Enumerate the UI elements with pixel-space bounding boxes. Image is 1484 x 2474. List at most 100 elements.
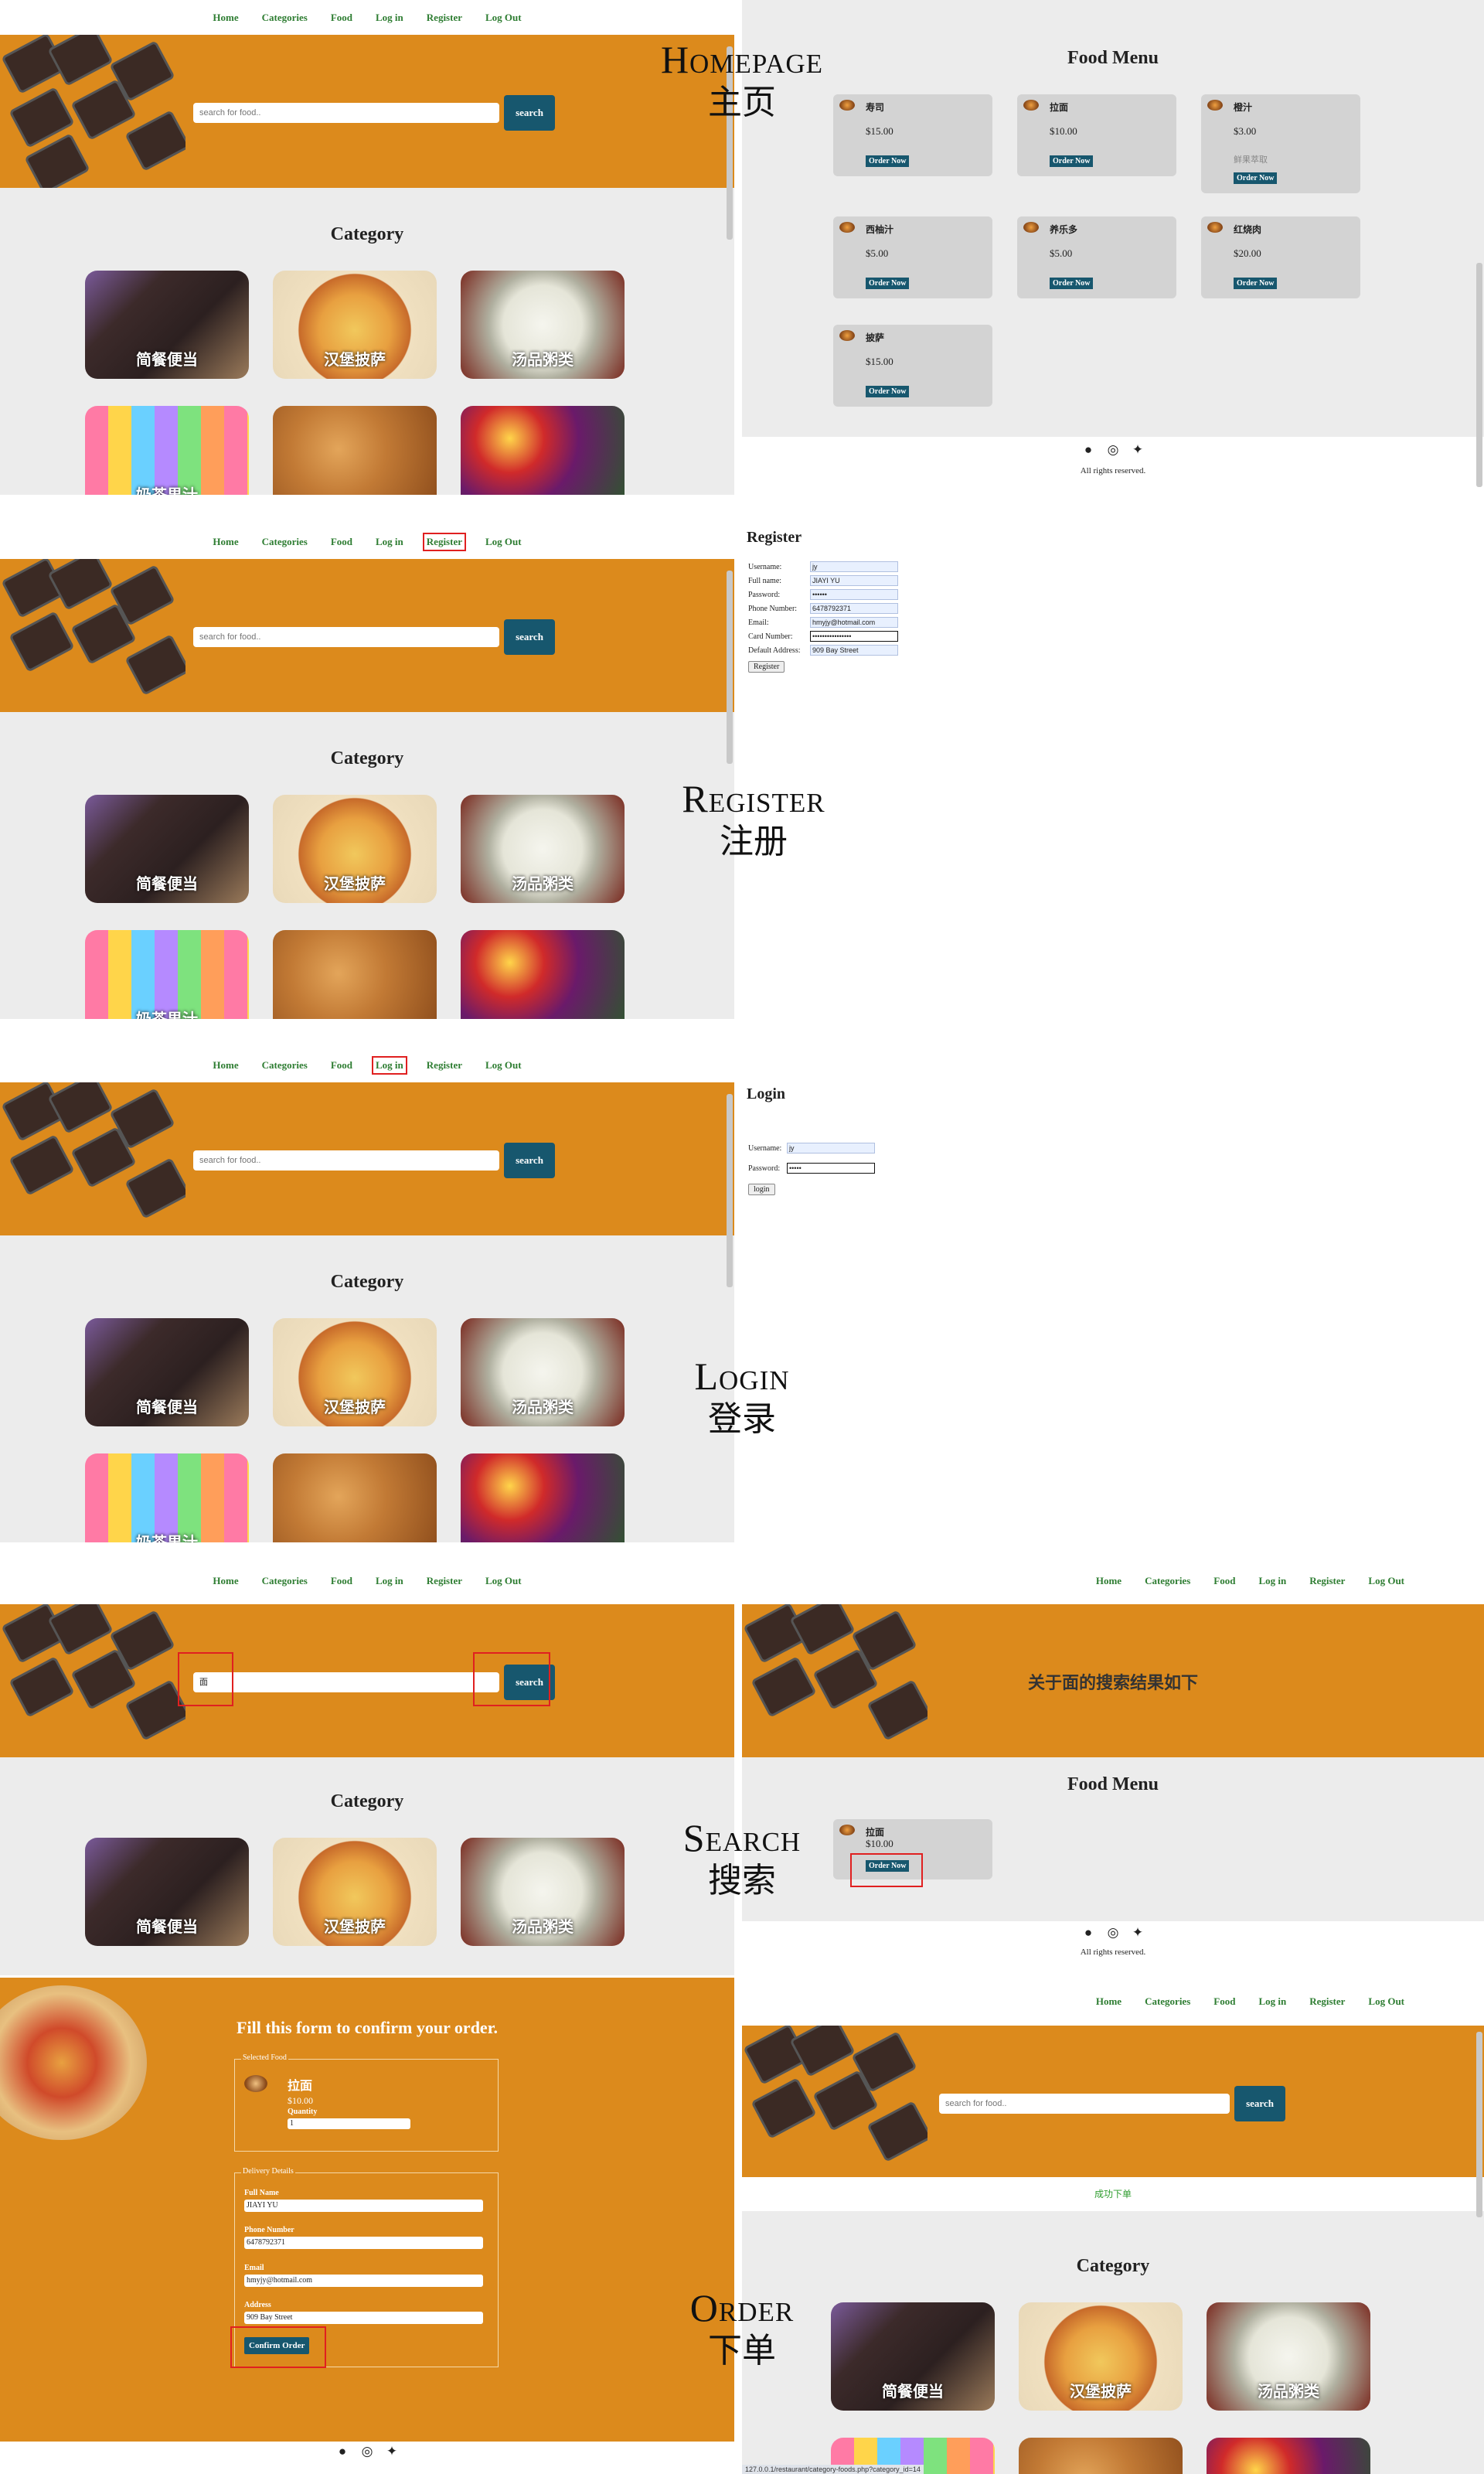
password-field[interactable]: •••••• [810,589,898,600]
category-card-soup[interactable]: 汤品粥类 [461,795,625,903]
nav-food[interactable]: Food [328,534,355,550]
nav-home[interactable]: Home [210,1573,240,1589]
scrollbar[interactable] [1476,2032,1482,2217]
nav-categories[interactable]: Categories [1142,1573,1193,1589]
nav-register[interactable]: Register [422,532,466,551]
email-field[interactable]: hmyjy@hotmail.com [810,617,898,628]
category-card-chicken[interactable] [273,406,437,495]
instagram-icon[interactable]: ◎ [360,2444,374,2459]
nav-register[interactable]: Register [424,1058,465,1073]
address-field[interactable]: 909 Bay Street [244,2312,483,2324]
nav-categories[interactable]: Categories [260,10,310,26]
scrollbar[interactable] [1476,263,1482,487]
fullname-field[interactable]: JIAYI YU [244,2200,483,2212]
nav-logout[interactable]: Log Out [483,10,524,26]
phone-field[interactable]: 6478792371 [244,2237,483,2249]
category-card-fruit[interactable] [461,930,625,1019]
scrollbar[interactable] [727,1094,733,1287]
category-card-pizza[interactable]: 汉堡披萨 [273,1318,437,1426]
search-button[interactable]: search [504,619,555,655]
category-card-chicken[interactable] [273,930,437,1019]
nav-food[interactable]: Food [328,1058,355,1073]
category-card-pizza[interactable]: 汉堡披萨 [1019,2302,1183,2411]
phone-field[interactable]: 6478792371 [810,603,898,614]
category-card-pizza[interactable]: 汉堡披萨 [273,1838,437,1946]
search-button[interactable]: search [504,95,555,131]
nav-food[interactable]: Food [1211,1994,1237,2009]
category-card-bento[interactable]: 简餐便当 [85,1318,249,1426]
search-input[interactable] [193,103,499,123]
category-card-soup[interactable]: 汤品粥类 [461,1838,625,1946]
category-card-tea[interactable]: 奶茶果汁 [85,406,249,495]
nav-logout[interactable]: Log Out [1366,1573,1407,1589]
username-field[interactable]: jy [810,561,898,572]
register-button[interactable]: Register [748,661,785,673]
address-field[interactable]: 909 Bay Street [810,645,898,656]
password-field[interactable]: ••••• [787,1163,875,1174]
email-field[interactable]: hmyjy@hotmail.com [244,2275,483,2287]
nav-categories[interactable]: Categories [260,1573,310,1589]
twitter-icon[interactable]: ✦ [1131,442,1145,457]
order-now-button[interactable]: Order Now [866,278,910,289]
order-now-button[interactable]: Order Now [1234,278,1278,289]
login-button[interactable]: login [748,1184,775,1195]
nav-login[interactable]: Log in [373,10,406,26]
facebook-icon[interactable]: ● [1081,1925,1095,1940]
category-card-soup[interactable]: 汤品粥类 [461,1318,625,1426]
card-number-field[interactable]: •••••••••••••••• [810,631,898,642]
order-now-button[interactable]: Order Now [1050,278,1094,289]
category-card-chicken[interactable] [273,1453,437,1542]
order-now-button[interactable]: Order Now [1234,172,1278,184]
search-input[interactable] [193,1150,499,1171]
category-card-pizza[interactable]: 汉堡披萨 [273,795,437,903]
twitter-icon[interactable]: ✦ [385,2444,399,2459]
instagram-icon[interactable]: ◎ [1106,442,1120,457]
facebook-icon[interactable]: ● [1081,442,1095,457]
instagram-icon[interactable]: ◎ [1106,1925,1120,1940]
nav-home[interactable]: Home [210,1058,240,1073]
nav-food[interactable]: Food [328,10,355,26]
nav-home[interactable]: Home [1094,1573,1124,1589]
nav-home[interactable]: Home [1094,1994,1124,2009]
nav-register[interactable]: Register [424,1573,465,1589]
nav-register[interactable]: Register [1307,1994,1347,2009]
nav-logout[interactable]: Log Out [483,1573,524,1589]
search-button[interactable]: search [504,1143,555,1178]
facebook-icon[interactable]: ● [335,2444,349,2459]
category-card-fruit[interactable] [461,1453,625,1542]
category-card-fruit[interactable] [461,406,625,495]
category-card-pizza[interactable]: 汉堡披萨 [273,271,437,379]
search-button[interactable]: search [1234,2086,1285,2121]
nav-login[interactable]: Log in [372,1055,407,1075]
nav-home[interactable]: Home [210,534,240,550]
nav-register[interactable]: Register [1307,1573,1347,1589]
nav-logout[interactable]: Log Out [483,1058,524,1073]
nav-categories[interactable]: Categories [260,1058,310,1073]
nav-login[interactable]: Log in [373,1573,406,1589]
nav-categories[interactable]: Categories [1142,1994,1193,2009]
nav-food[interactable]: Food [328,1573,355,1589]
nav-logout[interactable]: Log Out [483,534,524,550]
order-now-button[interactable]: Order Now [866,386,910,397]
nav-logout[interactable]: Log Out [1366,1994,1407,2009]
category-card-fruit[interactable] [1207,2438,1370,2474]
search-input[interactable] [193,627,499,647]
category-card-tea[interactable]: 奶茶果汁 [85,930,249,1019]
quantity-input[interactable]: 1 [288,2118,410,2129]
nav-login[interactable]: Log in [373,534,406,550]
nav-categories[interactable]: Categories [260,534,310,550]
nav-register[interactable]: Register [424,10,465,26]
nav-food[interactable]: Food [1211,1573,1237,1589]
nav-home[interactable]: Home [210,10,240,26]
order-now-button[interactable]: Order Now [866,155,910,167]
nav-login[interactable]: Log in [1256,1994,1288,2009]
order-now-button[interactable]: Order Now [1050,155,1094,167]
search-input[interactable]: 面 [193,1672,499,1692]
nav-login[interactable]: Log in [1256,1573,1288,1589]
category-card-tea[interactable]: 奶茶果汁 [85,1453,249,1542]
twitter-icon[interactable]: ✦ [1131,1925,1145,1940]
category-card-soup[interactable]: 汤品粥类 [1207,2302,1370,2411]
scrollbar[interactable] [727,571,733,764]
category-card-chicken[interactable] [1019,2438,1183,2474]
category-card-bento[interactable]: 简餐便当 [85,795,249,903]
